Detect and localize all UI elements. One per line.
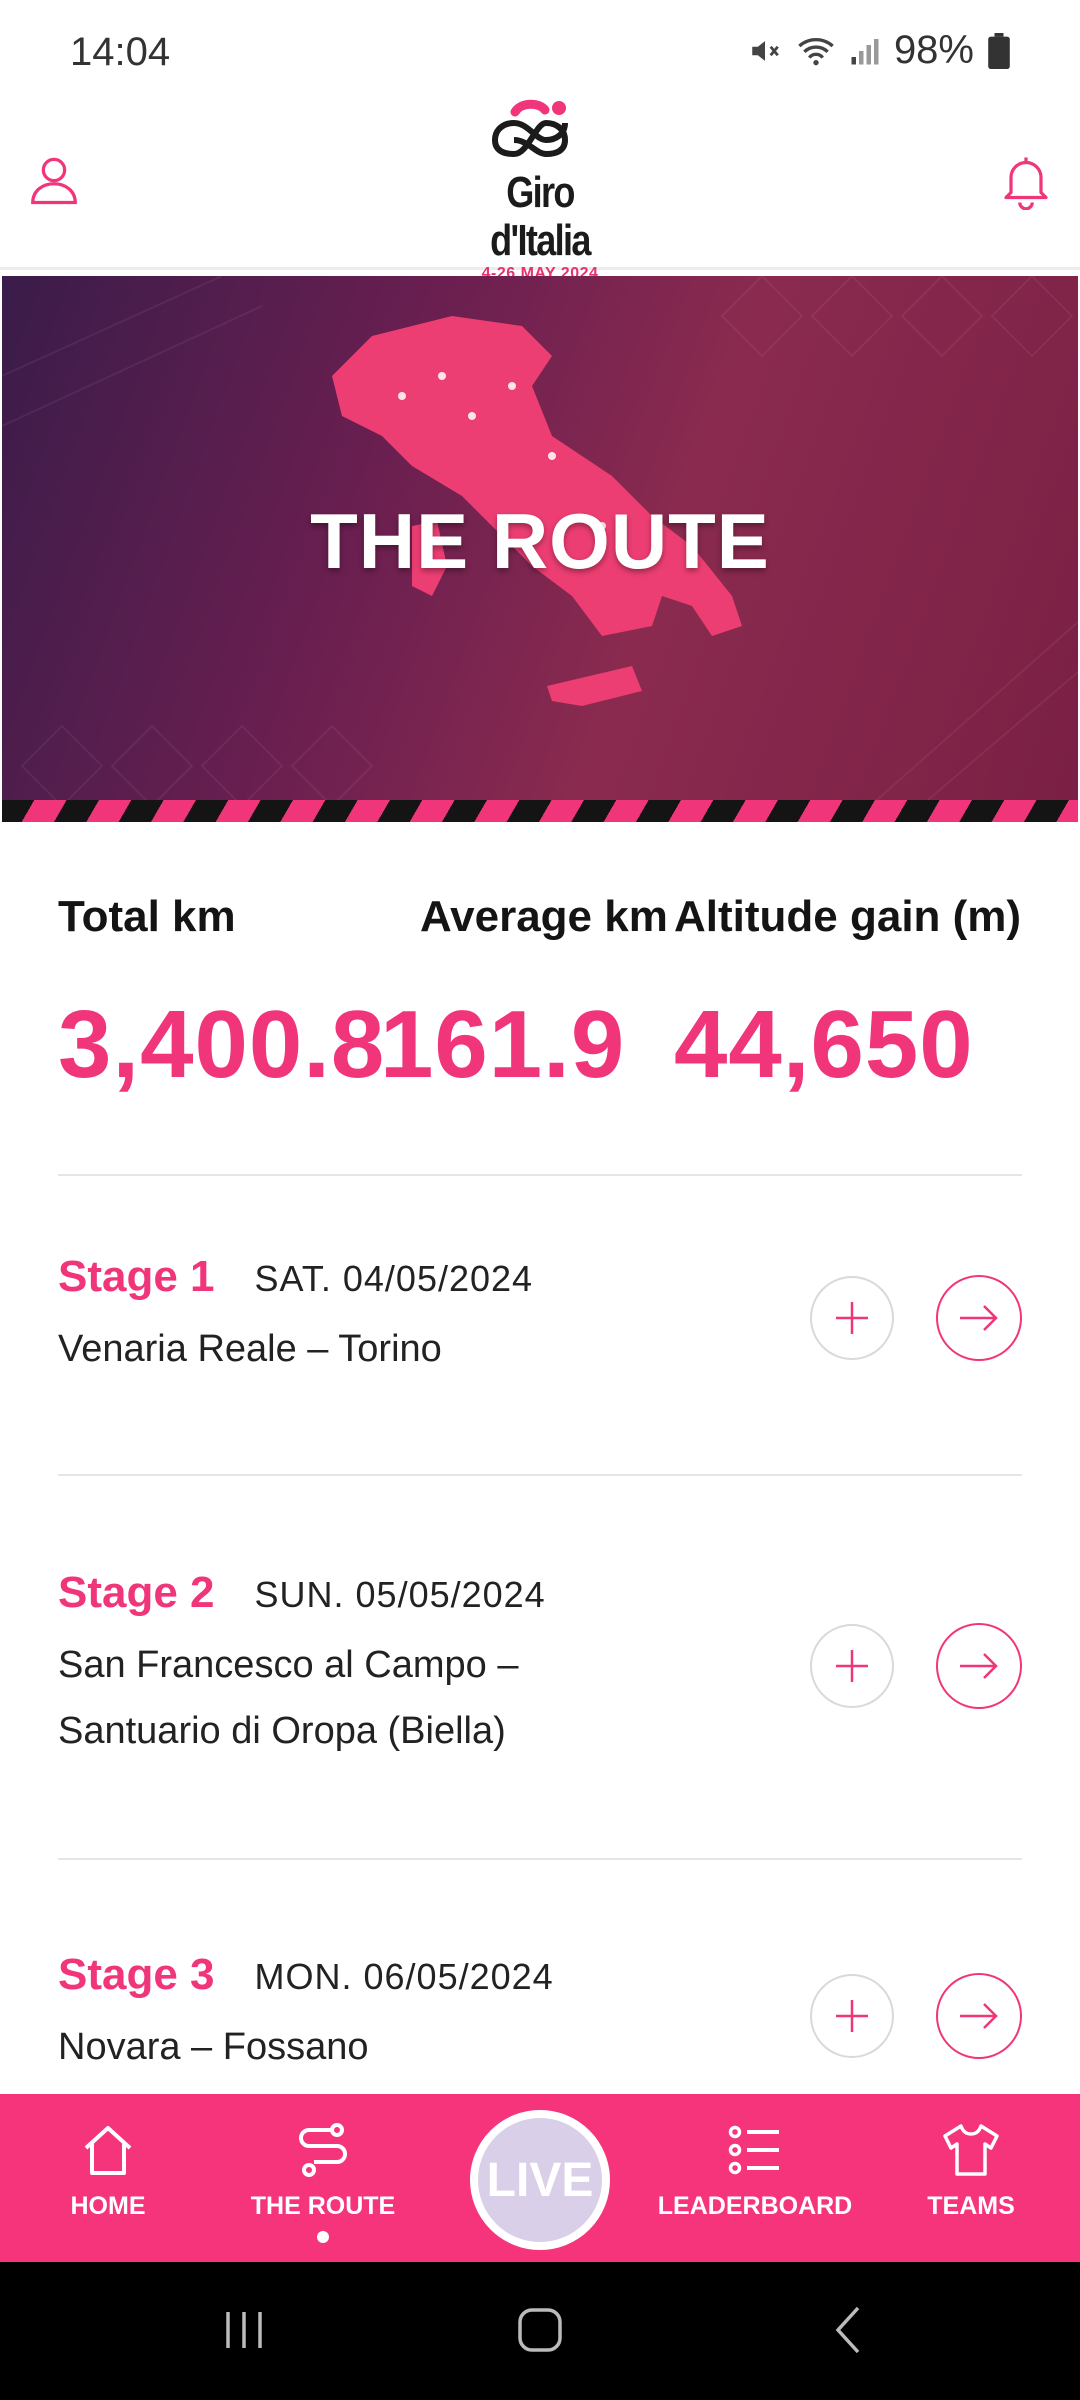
jersey-icon	[943, 2124, 999, 2176]
status-time: 14:04	[70, 30, 171, 74]
battery-percent: 98%	[893, 28, 974, 72]
system-navigation-bar	[0, 2262, 1080, 2400]
open-stage-button[interactable]	[936, 1623, 1022, 1709]
stage-list-item[interactable]: Stage 2 SUN. 05/05/2024 San Francesco al…	[0, 1568, 1080, 1808]
battery-icon	[988, 32, 1010, 69]
stage-number: Stage 1	[58, 1252, 215, 1301]
nav-the-route[interactable]: THE ROUTE	[238, 2094, 408, 2262]
divider	[58, 1174, 1022, 1176]
nav-label: HOME	[70, 2192, 146, 2220]
route-icon	[299, 2123, 347, 2177]
plus-icon	[836, 2000, 868, 2032]
giro-logo-mark	[492, 99, 569, 158]
stage-date: MON. 06/05/2024	[254, 1956, 554, 1997]
app-header: Giro d'Italia 4-26 MAY 2024	[0, 90, 1080, 282]
divider	[58, 1858, 1022, 1860]
hero-stripe	[2, 800, 1078, 822]
leaderboard-icon	[728, 2125, 779, 2175]
add-stage-button[interactable]	[810, 1624, 894, 1708]
stat-altitude-gain: Altitude gain (m) 44,650	[674, 892, 1021, 1100]
back-icon[interactable]	[826, 2302, 874, 2358]
user-profile-icon[interactable]	[24, 150, 84, 210]
plus-icon	[836, 1302, 868, 1334]
home-icon	[84, 2126, 132, 2175]
notification-bell-icon[interactable]	[996, 150, 1056, 210]
stat-label: Total km	[58, 892, 236, 941]
hero-title: THE ROUTE	[310, 497, 770, 585]
nav-label: LEADERBOARD	[657, 2192, 853, 2220]
divider	[58, 1474, 1022, 1476]
stat-value: 3,400.8	[58, 991, 386, 1098]
arrow-right-icon	[960, 1653, 998, 1679]
bottom-navigation: HOME THE ROUTE LIVE LEADERBOARD TEAMS	[0, 2094, 1080, 2262]
recent-apps-icon[interactable]	[220, 2302, 268, 2358]
stage-number: Stage 3	[58, 1950, 215, 1999]
active-indicator	[317, 2231, 329, 2243]
nav-label: THE ROUTE	[250, 2192, 396, 2220]
stage-route: Novara – Fossano	[58, 2026, 369, 2068]
nav-teams[interactable]: TEAMS	[900, 2094, 1042, 2262]
add-stage-button[interactable]	[810, 1974, 894, 2058]
stat-total-km: Total km 3,400.8	[58, 892, 385, 1100]
signal-icon	[851, 38, 879, 64]
stage-number: Stage 2	[58, 1568, 215, 1617]
nav-leaderboard[interactable]: LEADERBOARD	[657, 2094, 853, 2262]
open-stage-button[interactable]	[936, 1973, 1022, 2059]
stat-average-km: Average km 161.9	[380, 892, 668, 1100]
route-hero-banner[interactable]: THE ROUTE	[2, 276, 1078, 822]
live-button[interactable]: LIVE	[470, 2110, 610, 2250]
mute-icon	[752, 40, 779, 61]
add-stage-button[interactable]	[810, 1276, 894, 1360]
stage-list-item[interactable]: Stage 3 MON. 06/05/2024 Novara – Fossano	[0, 1950, 1080, 2094]
giro-logo: Giro d'Italia 4-26 MAY 2024	[440, 98, 640, 282]
stage-date: SUN. 05/05/2024	[254, 1574, 546, 1615]
stage-header: Stage 2 SUN. 05/05/2024	[58, 1568, 546, 1618]
nav-home[interactable]: HOME	[40, 2094, 176, 2262]
stat-value: 161.9	[380, 991, 626, 1098]
status-icons: 98%	[748, 28, 1010, 73]
open-stage-button[interactable]	[936, 1275, 1022, 1361]
stage-list-item[interactable]: Stage 1 SAT. 04/05/2024 Venaria Reale – …	[0, 1252, 1080, 1452]
logo-wordmark: Giro d'Italia	[490, 168, 591, 265]
stage-header: Stage 1 SAT. 04/05/2024	[58, 1252, 533, 1302]
stage-route: San Francesco al Campo – Santuario di Or…	[58, 1644, 519, 1752]
stage-header: Stage 3 MON. 06/05/2024	[58, 1950, 554, 2000]
nav-label: TEAMS	[927, 2192, 1015, 2220]
stat-value: 44,650	[674, 991, 974, 1098]
route-stats: Total km 3,400.8 Average km 161.9 Altitu…	[0, 880, 1080, 1180]
plus-icon	[836, 1650, 868, 1682]
home-system-icon[interactable]	[516, 2302, 564, 2358]
stat-label: Average km	[420, 892, 668, 941]
stage-route: Venaria Reale – Torino	[58, 1328, 442, 1370]
stage-date: SAT. 04/05/2024	[254, 1258, 534, 1299]
wifi-icon	[798, 37, 834, 65]
arrow-right-icon	[960, 1305, 998, 1331]
arrow-right-icon	[960, 2003, 998, 2029]
stat-label: Altitude gain (m)	[674, 892, 1022, 941]
